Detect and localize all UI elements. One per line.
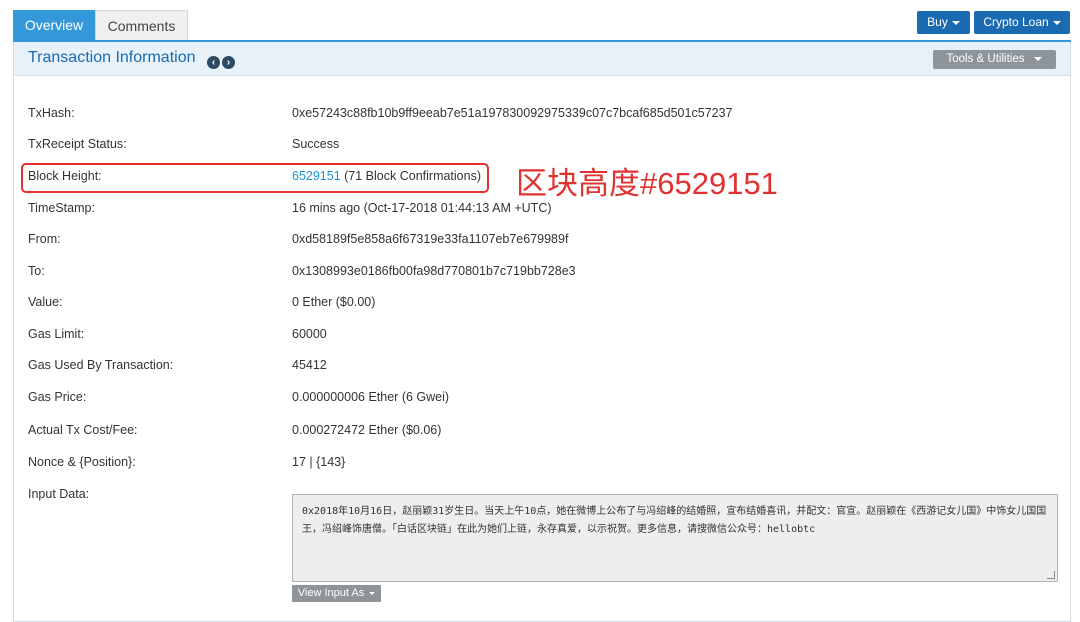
view-input-as-label: View Input As [297,587,365,599]
gas-limit-value: 60000 [292,327,327,341]
chevron-right-circle-icon[interactable]: › [222,56,235,69]
caret-down-icon [369,591,376,595]
row-gas-price: Gas Price: 0.000000006 Ether (6 Gwei) [28,387,1048,407]
input-data-text: 0x2018年10月16日，赵丽颖31岁生日。当天上午10点，她在微博上公布了与… [302,506,1047,535]
view-input-as-button[interactable]: View Input As [292,585,381,602]
row-value: Value: 0 Ether ($0.00) [28,292,1048,312]
row-txhash: TxHash: 0xe57243c88fb10b9ff9eeab7e51a197… [28,103,1048,123]
row-fee: Actual Tx Cost/Fee: 0.000272472 Ether ($… [28,420,1048,440]
block-height-highlight-box [21,163,489,193]
caret-down-icon [1034,56,1043,61]
fee-label: Actual Tx Cost/Fee: [28,423,138,437]
value-label: Value: [28,295,63,309]
row-from: From: 0xd58189f5e858a6f67319e33fa1107eb7… [28,229,1048,249]
panel-header: Transaction Information ‹ › Tools & Utili… [14,42,1070,76]
buy-button-label: Buy [927,15,948,29]
gas-used-value: 45412 [292,358,327,372]
crypto-loan-button[interactable]: Crypto Loan [974,11,1070,34]
input-data-textarea[interactable]: 0x2018年10月16日，赵丽颖31岁生日。当天上午10点，她在微博上公布了与… [292,494,1058,582]
nonce-value: 17 | {143} [292,455,346,469]
row-gas-limit: Gas Limit: 60000 [28,324,1048,344]
row-nonce: Nonce & {Position}: 17 | {143} [28,452,1048,472]
fee-value: 0.000272472 Ether ($0.06) [292,423,442,437]
from-address-link[interactable]: 0xd58189f5e858a6f67319e33fa1107eb7e67998… [292,229,568,249]
crypto-loan-button-label: Crypto Loan [983,15,1049,29]
top-tab-bar: Overview Comments [13,10,1071,42]
to-label: To: [28,264,45,278]
from-label: From: [28,232,61,246]
timestamp-label: TimeStamp: [28,201,95,215]
block-height-annotation: 区块高度#6529151 [516,166,778,201]
to-address-link[interactable]: 0x1308993e0186fb00fa98d770801b7c719bb728… [292,261,576,281]
panel-title: Transaction Information [28,49,196,66]
tools-utilities-button[interactable]: Tools & Utilities [933,50,1056,69]
resize-handle-icon[interactable] [1047,571,1055,579]
nonce-label: Nonce & {Position}: [28,455,136,469]
row-to: To: 0x1308993e0186fb00fa98d770801b7c719b… [28,261,1048,281]
row-gas-used: Gas Used By Transaction: 45412 [28,355,1048,375]
tab-overview[interactable]: Overview [13,10,95,40]
gas-limit-label: Gas Limit: [28,327,85,341]
chevron-left-circle-icon[interactable]: ‹ [207,56,220,69]
status-value: Success [292,137,340,151]
buy-button[interactable]: Buy [917,11,970,34]
gas-price-label: Gas Price: [28,390,87,404]
input-data-label: Input Data: [28,487,90,501]
tools-utilities-label: Tools & Utilities [946,53,1025,65]
row-status: TxReceipt Status: Success [28,134,1048,154]
gas-used-label: Gas Used By Transaction: [28,358,174,372]
status-label: TxReceipt Status: [28,137,127,151]
caret-down-icon [1052,20,1061,25]
tab-comments[interactable]: Comments [95,10,188,40]
caret-down-icon [951,20,960,25]
timestamp-value: 16 mins ago (Oct-17-2018 01:44:13 AM +UT… [292,201,552,215]
tx-nav: ‹ › [207,52,237,70]
gas-price-value: 0.000000006 Ether (6 Gwei) [292,390,450,404]
txhash-value: 0xe57243c88fb10b9ff9eeab7e51a19783009297… [292,106,733,120]
value-amount: 0 Ether ($0.00) [292,295,376,309]
txhash-label: TxHash: [28,106,75,120]
